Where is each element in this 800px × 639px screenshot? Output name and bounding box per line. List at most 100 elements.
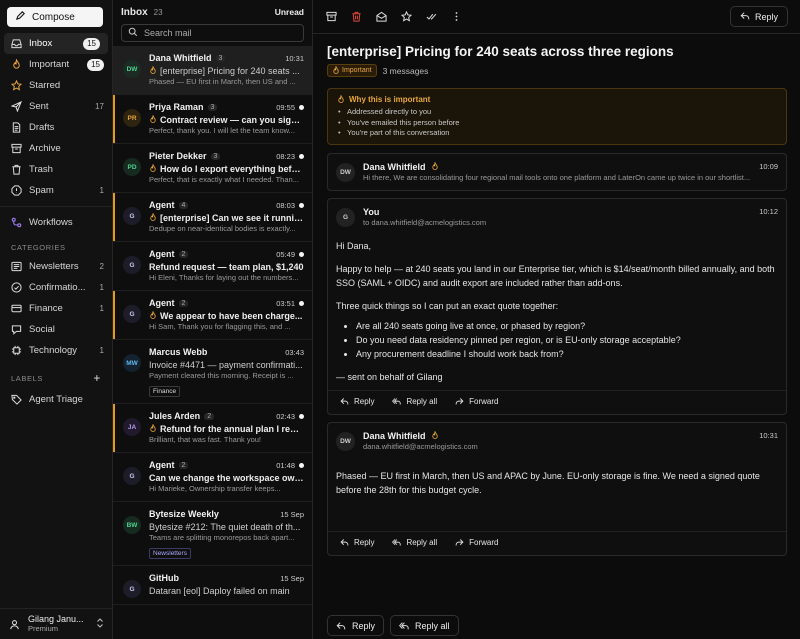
unread-dot	[299, 462, 304, 468]
thread-meta: Important 3 messages	[327, 64, 787, 77]
reply-all-button-bottom[interactable]: Reply all	[390, 615, 459, 636]
category-item-technology[interactable]: Technology 1	[0, 340, 112, 361]
message-collapsed[interactable]: DW Dana Whitfield 10:09 Hi there, We are…	[327, 152, 787, 191]
double-check-icon[interactable]	[425, 11, 437, 23]
compose-button[interactable]: Compose	[7, 7, 103, 27]
forward-button[interactable]: Forward	[455, 397, 498, 406]
mail-list: Inbox 23 Unread DW Dana Whitfield 3 10:3…	[113, 0, 313, 639]
sidebar-item-spam[interactable]: Spam 1	[0, 180, 112, 201]
sender-name: Dana Whitfield	[363, 430, 426, 441]
importance-list: Addressed directly to youYou've emailed …	[337, 107, 777, 139]
sidebar-divider	[0, 206, 112, 207]
reply-all-button[interactable]: Reply all	[392, 538, 437, 547]
avatar: PR	[123, 109, 141, 127]
paragraph: Phased — EU first in March, then US and …	[336, 470, 760, 495]
message-body: Hi Dana, Happy to help — at 240 seats yo…	[328, 235, 786, 384]
reply-button[interactable]: Reply	[340, 538, 374, 547]
mail-list-item[interactable]: PR Priya Raman 3 09:55 Contract review —…	[113, 95, 312, 144]
star-icon[interactable]	[400, 11, 412, 23]
unread-filter-button[interactable]: Unread	[275, 7, 304, 17]
message-actions: Reply Reply all Forward	[328, 389, 786, 414]
mail-list-item[interactable]: DW Dana Whitfield 3 10:31 [enterprise] P…	[113, 46, 312, 95]
forward-icon	[455, 397, 464, 404]
mail-time: 08:23	[276, 151, 295, 161]
fire-icon	[150, 213, 156, 221]
add-label-button[interactable]: +	[93, 371, 101, 385]
mail-time: 15 Sep	[280, 509, 304, 519]
reply-button-bottom[interactable]: Reply	[327, 615, 385, 636]
sidebar-item-trash[interactable]: Trash	[0, 159, 112, 180]
mail-list-item[interactable]: BW Bytesize Weekly 15 Sep Bytesize #212:…	[113, 502, 312, 566]
avatar: BW	[123, 516, 141, 534]
sidebar-item-drafts[interactable]: Drafts	[0, 117, 112, 138]
mail-list-item[interactable]: PD Pieter Dekker 3 08:23 How do I export…	[113, 144, 312, 193]
reply-button-top[interactable]: Reply	[729, 6, 788, 27]
user-menu[interactable]: Gilang Janu... Premium	[0, 608, 112, 639]
sidebar-item-starred[interactable]: Starred	[0, 75, 112, 96]
reply-icon	[336, 621, 346, 629]
category-item-finance[interactable]: Finance 1	[0, 298, 112, 319]
reply-all-button[interactable]: Reply all	[392, 397, 437, 406]
mark-read-icon[interactable]	[375, 11, 387, 23]
mail-list-item[interactable]: G Agent 2 05:49 Refund request — team pl…	[113, 242, 312, 291]
mail-preview: Teams are splitting monorepos back apart…	[149, 533, 295, 542]
category-tag: Newsletters	[149, 548, 191, 559]
chevron-updown-icon	[96, 617, 104, 631]
star-icon	[11, 80, 22, 91]
category-item-confirmatio[interactable]: Confirmatio... 1	[0, 277, 112, 298]
fire-icon	[150, 164, 156, 172]
fire-icon	[11, 59, 22, 70]
delete-icon[interactable]	[350, 11, 362, 23]
avatar: G	[123, 305, 141, 323]
question-list: Are all 240 seats going live at once, or…	[356, 319, 778, 361]
sidebar-item-important[interactable]: Important 15	[0, 54, 112, 75]
sidebar-item-workflows[interactable]: Workflows	[0, 212, 112, 233]
forward-button[interactable]: Forward	[455, 538, 498, 547]
search-box[interactable]	[121, 24, 304, 42]
sender-name: Dana Whitfield	[149, 53, 212, 63]
recipient: to dana.whitfield@acmelogistics.com	[363, 217, 487, 227]
question-item: Any procurement deadline I should work b…	[356, 347, 778, 361]
mail-items: DW Dana Whitfield 3 10:31 [enterprise] P…	[113, 46, 312, 639]
check-circle-icon	[11, 282, 22, 293]
unread-dot	[299, 202, 304, 208]
message-body: Phased — EU first in March, then US and …	[328, 459, 786, 497]
mail-list-item[interactable]: G GitHub 15 Sep Dataran [eol] Daploy fai…	[113, 566, 312, 605]
mail-list-item[interactable]: JA Jules Arden 2 02:43 Refund for the an…	[113, 404, 312, 453]
reply-label: Reply	[754, 11, 778, 22]
thread-count: 3	[207, 103, 218, 111]
labels-heading: LABELS +	[11, 371, 101, 385]
count: 2	[99, 262, 104, 271]
question-item: Do you need data residency pinned per re…	[356, 333, 778, 347]
sidebar-item-inbox[interactable]: Inbox 15	[4, 33, 108, 54]
avatar: G	[123, 580, 141, 598]
mail-list-item[interactable]: MW Marcus Webb 03:43 Invoice #4471 — pay…	[113, 340, 312, 404]
mail-time: 03:51	[276, 298, 295, 308]
avatar: JA	[123, 418, 141, 436]
search-input[interactable]	[144, 28, 284, 38]
sender-name: Jules Arden	[149, 411, 201, 421]
category-item-newsletters[interactable]: Newsletters 2	[0, 256, 112, 277]
mail-list-item[interactable]: G Agent 2 01:48 Can we change the worksp…	[113, 453, 312, 502]
reply-icon	[340, 538, 349, 545]
reply-button[interactable]: Reply	[340, 397, 374, 406]
sidebar-item-label: Spam	[29, 185, 54, 196]
sender-name: Marcus Webb	[149, 347, 208, 357]
more-vertical-icon[interactable]	[450, 11, 462, 23]
fire-icon	[338, 95, 344, 103]
sender-name: Dana Whitfield	[363, 161, 426, 172]
category-item-social[interactable]: Social	[0, 319, 112, 340]
archive-icon[interactable]	[325, 11, 337, 23]
mail-list-item[interactable]: G Agent 2 03:51 We appear to have been c…	[113, 291, 312, 340]
label-item-agent-triage[interactable]: Agent Triage	[0, 389, 112, 410]
mail-list-item[interactable]: G Agent 4 08:03 [enterprise] Can we see …	[113, 193, 312, 242]
mail-subject: How do I export everything befor...	[149, 162, 304, 175]
sidebar-item-label: Archive	[29, 143, 61, 154]
sender-name: GitHub	[149, 573, 179, 583]
forward-icon	[455, 538, 464, 545]
sidebar-item-sent[interactable]: Sent 17	[0, 96, 112, 117]
sidebar-item-archive[interactable]: Archive	[0, 138, 112, 159]
thread-toolbar: Reply	[313, 0, 800, 34]
mail-subject: Dataran [eol] Daploy failed on main	[149, 585, 290, 596]
mail-preview: Phased — EU first in March, then US and …	[149, 77, 296, 86]
